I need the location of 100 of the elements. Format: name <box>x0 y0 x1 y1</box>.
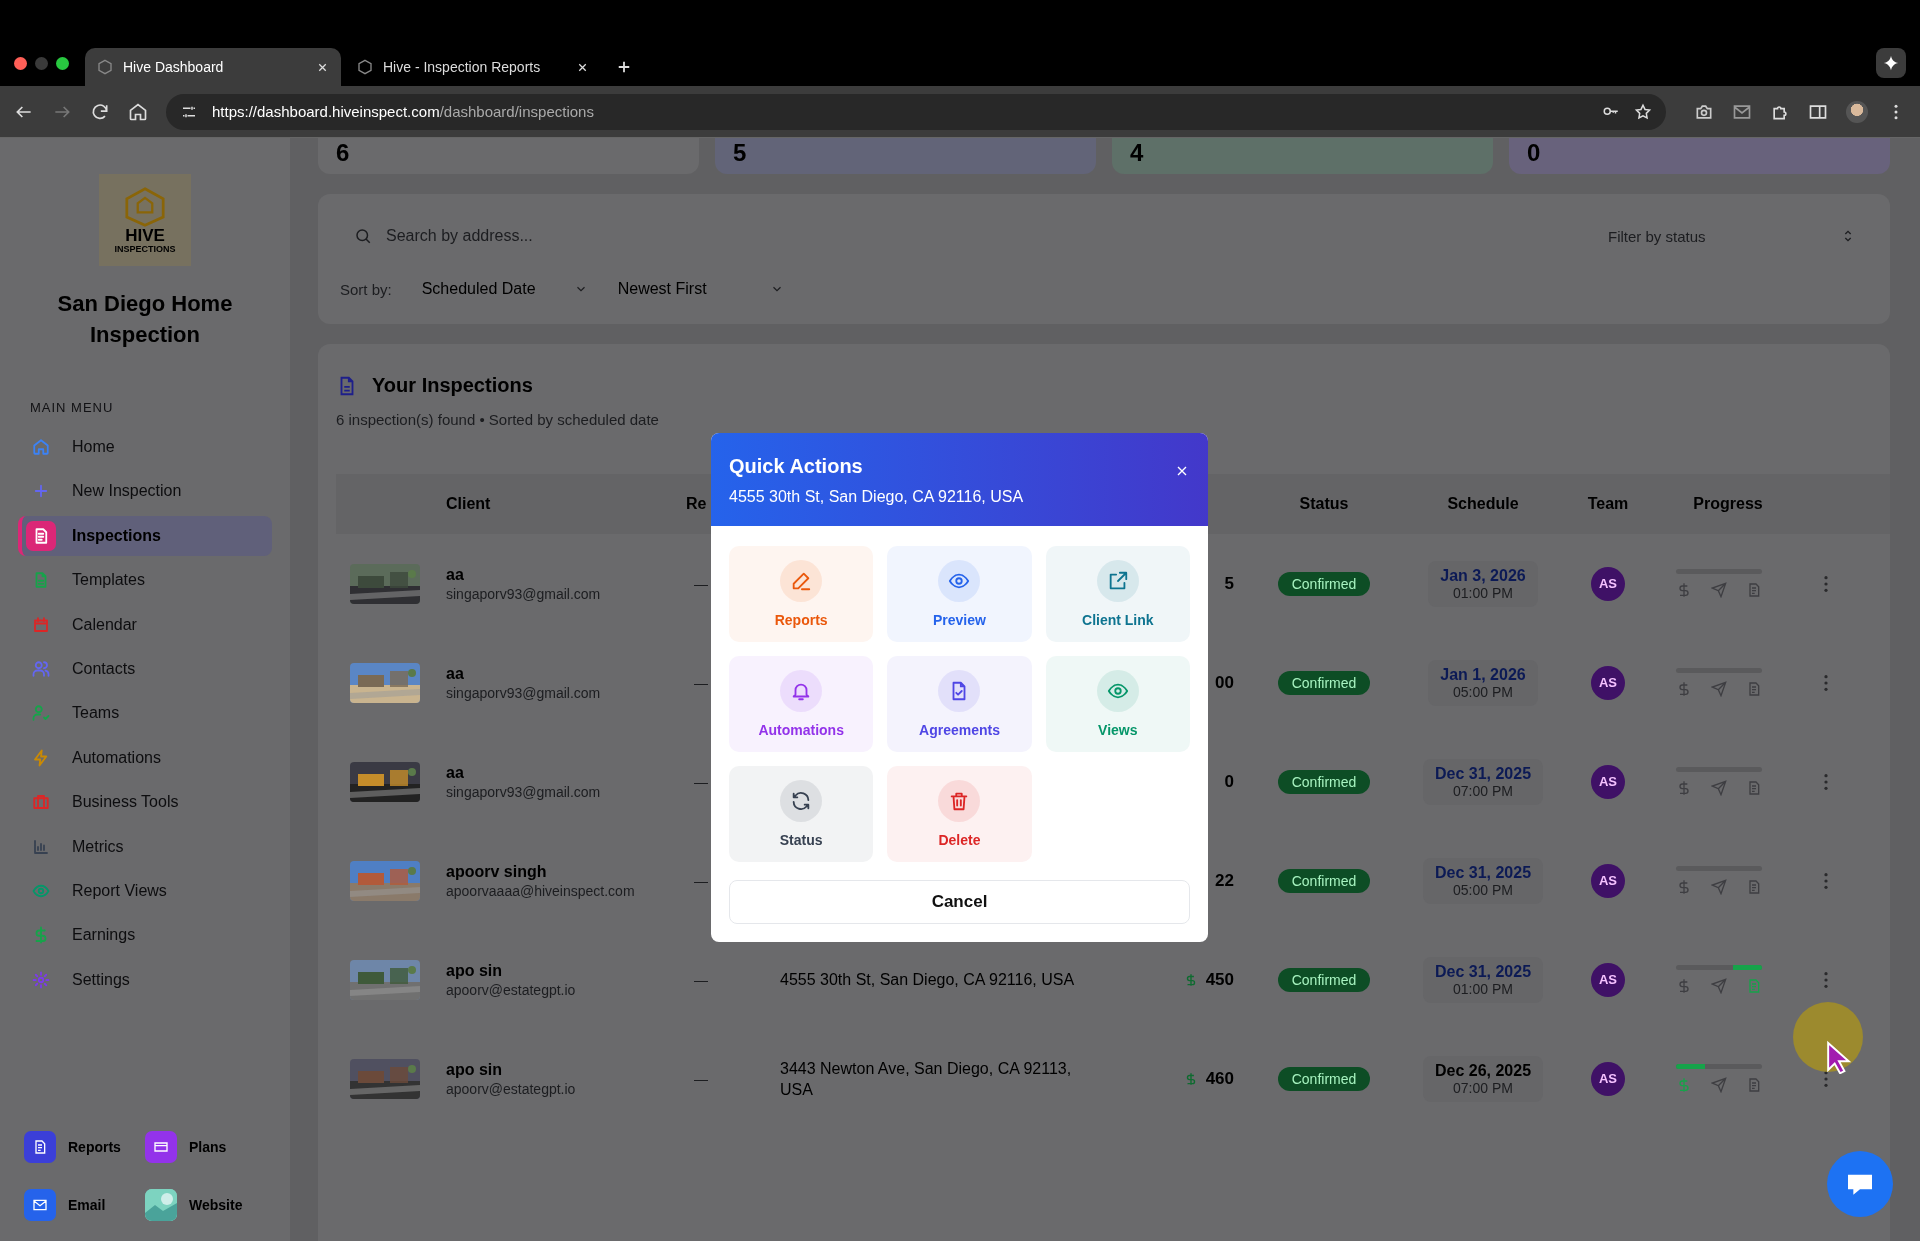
column-header: Re <box>686 495 707 513</box>
sidebar-item[interactable]: Report Views <box>18 870 272 911</box>
status-badge: Confirmed <box>1277 1066 1371 1091</box>
schedule-date: Dec 26, 2025 07:00 PM <box>1422 1055 1544 1102</box>
sidebar-item[interactable]: Business Tools <box>18 782 272 823</box>
company-name: San Diego Home Inspection <box>56 290 234 349</box>
table-cell-text: — <box>693 872 708 889</box>
dollar-icon <box>1676 582 1692 598</box>
sort-field-dropdown[interactable]: Scheduled Date <box>421 280 588 298</box>
sidebar-item[interactable]: Teams <box>18 693 272 734</box>
cancel-button[interactable]: Cancel <box>729 880 1190 924</box>
send-icon <box>1711 582 1727 598</box>
column-header: Team <box>1587 495 1629 513</box>
action-tile[interactable]: Preview <box>887 546 1032 642</box>
status-badge: Confirmed <box>1277 967 1371 992</box>
status-dropdown[interactable]: Filter by status <box>1596 214 1868 258</box>
price-text: 450 <box>1205 969 1234 990</box>
send-icon <box>1711 780 1727 796</box>
shortcut-link[interactable]: Plans <box>145 1131 266 1163</box>
action-tile[interactable]: Client Link <box>1045 546 1190 642</box>
sidebar-item[interactable]: Contacts <box>18 648 272 689</box>
section-title: Your Inspections <box>372 374 533 397</box>
send-icon <box>1711 681 1727 697</box>
sidebar-item[interactable]: Settings <box>18 959 272 1000</box>
action-tile[interactable]: Delete <box>887 766 1032 862</box>
client-name: apo sin <box>446 961 502 980</box>
send-icon <box>1711 978 1727 994</box>
home-icon[interactable] <box>128 101 148 122</box>
url-text: https://dashboard.hiveinspect.com/dashboard/inspections <box>212 103 595 120</box>
shortcut-link[interactable]: Email <box>24 1189 145 1221</box>
document-icon <box>1746 582 1762 598</box>
close-window-icon[interactable] <box>14 56 27 70</box>
shortcut-link[interactable]: Reports <box>24 1131 145 1163</box>
document-icon <box>1746 978 1762 994</box>
status-badge: Confirmed <box>1277 670 1371 695</box>
action-tile[interactable]: Agreements <box>887 656 1032 752</box>
dollar-icon <box>1676 780 1692 796</box>
star-icon[interactable] <box>1634 102 1652 121</box>
sidebar-item[interactable]: New Inspection <box>18 471 272 512</box>
client-email: apoorv@estategpt.io <box>446 981 576 998</box>
table-cell-text: — <box>693 575 708 592</box>
sidebar-item[interactable]: Automations <box>18 737 272 778</box>
action-tile[interactable]: Views <box>1045 656 1190 752</box>
sparkle-button[interactable] <box>1876 48 1906 78</box>
team-avatar: AS <box>1591 863 1625 898</box>
sidebar-item[interactable]: Inspections <box>18 515 272 556</box>
reload-icon[interactable] <box>90 101 110 122</box>
send-icon <box>1711 1077 1727 1093</box>
search-icon <box>354 227 372 245</box>
browser-tab[interactable]: Hive - Inspection Reports <box>345 48 601 86</box>
table-cell-text: — <box>693 1070 708 1087</box>
action-tile[interactable]: Reports <box>729 546 874 642</box>
maximize-window-icon[interactable] <box>56 56 69 70</box>
column-header: Status <box>1299 495 1349 513</box>
client-name: aa <box>446 565 464 584</box>
table-cell-text: — <box>693 773 708 790</box>
stat-card: 4 <box>1112 138 1493 174</box>
action-tile[interactable]: Status <box>729 766 874 862</box>
price-text: 460 <box>1205 1068 1234 1089</box>
schedule-date: Jan 1, 2026 05:00 PM <box>1428 659 1538 706</box>
sidebar-item[interactable]: Earnings <box>18 915 272 956</box>
results-summary: 6 inspection(s) found • Sorted by scheduled date <box>336 411 660 428</box>
table-cell-text: — <box>693 971 708 988</box>
document-icon <box>32 1139 48 1155</box>
schedule-date: Dec 31, 2025 05:00 PM <box>1422 857 1544 904</box>
profile-avatar[interactable] <box>1846 100 1868 123</box>
document-icon <box>1746 780 1762 796</box>
cursor-icon <box>1826 1040 1852 1074</box>
dialog-address: 4555 30th St, San Diego, CA 92116, USA <box>729 488 1024 506</box>
client-email: singaporv93@gmail.com <box>446 783 601 800</box>
client-name: apo sin <box>446 1060 502 1079</box>
search-field[interactable]: Search by address... <box>384 226 1562 246</box>
sidebar-item[interactable]: Templates <box>18 560 272 601</box>
dollar-icon <box>1676 978 1692 994</box>
price-text: 5 <box>1224 573 1234 594</box>
status-badge: Confirmed <box>1277 769 1371 794</box>
action-tile[interactable]: Automations <box>729 656 874 752</box>
client-email: singaporv93@gmail.com <box>446 684 601 701</box>
document-icon <box>1746 1077 1762 1093</box>
column-header: Client <box>446 495 491 513</box>
browser-tab[interactable]: Hive Dashboard <box>85 48 341 86</box>
team-avatar: AS <box>1591 962 1625 997</box>
mail-icon <box>32 1197 48 1213</box>
address-text: 3443 Newton Ave, San Diego, CA 92113, USA <box>780 1059 1072 1098</box>
hexagon-icon <box>357 59 373 75</box>
send-icon <box>1711 879 1727 895</box>
logo: HIVE INSPECTIONS <box>99 174 191 266</box>
sidebar-item[interactable]: Home <box>18 427 272 467</box>
sidebar-item[interactable]: Metrics <box>18 826 272 867</box>
pencil-icon <box>790 570 813 592</box>
document-icon <box>1746 681 1762 697</box>
address-bar[interactable]: https://dashboard.hiveinspect.com/dashboard/inspections <box>166 93 1666 130</box>
dialog-title: Quick Actions <box>729 455 863 478</box>
shortcut-link[interactable]: Website <box>145 1189 266 1221</box>
document-icon <box>1746 879 1762 895</box>
client-name: aa <box>446 664 464 683</box>
sort-order-dropdown[interactable]: Newest First <box>617 280 784 298</box>
client-email: apoorv@estategpt.io <box>446 1080 576 1097</box>
sidebar-item[interactable]: Calendar <box>18 604 272 645</box>
address-text: 4555 30th St, San Diego, CA 92116, USA <box>780 971 1075 988</box>
